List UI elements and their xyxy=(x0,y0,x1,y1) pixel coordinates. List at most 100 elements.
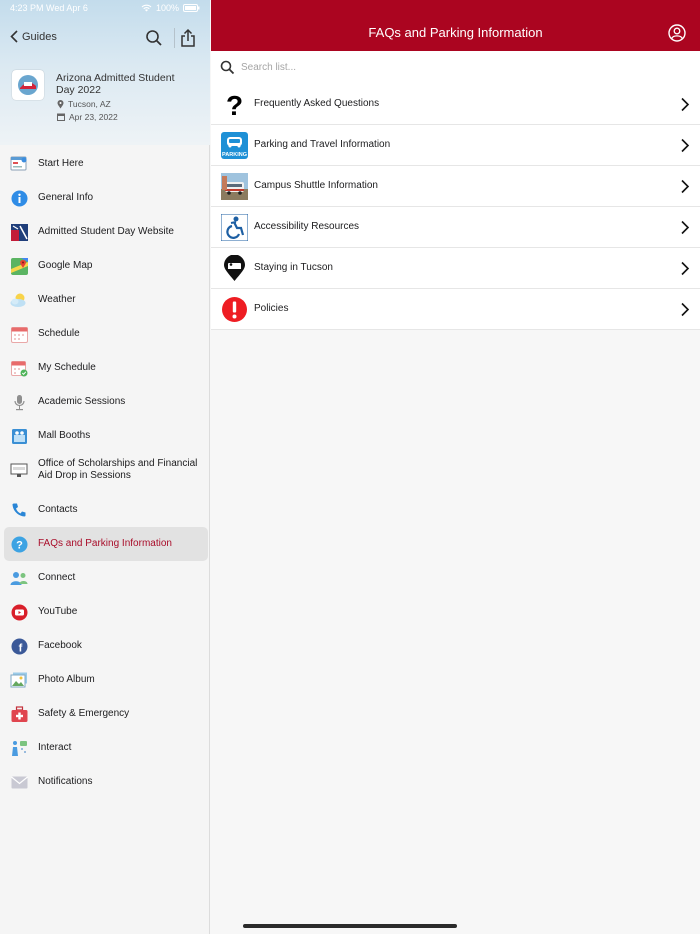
page-title: FAQs and Parking Information xyxy=(368,25,543,40)
sidebar-item-photo-album[interactable]: Photo Album xyxy=(4,663,208,697)
list-item-label: Campus Shuttle Information xyxy=(254,180,378,191)
people-icon xyxy=(10,569,28,587)
sidebar-item-label: Weather xyxy=(38,294,76,305)
sidebar-item-label: Google Map xyxy=(38,260,93,271)
profile-icon[interactable] xyxy=(668,24,686,42)
info-icon xyxy=(10,189,28,207)
sidebar-item-safety[interactable]: Safety & Emergency xyxy=(4,697,208,731)
guide-date: Apr 23, 2022 xyxy=(57,112,118,122)
sidebar-item-youtube[interactable]: YouTube xyxy=(4,595,208,629)
weather-icon xyxy=(10,291,28,309)
sidebar-item-label: Safety & Emergency xyxy=(38,708,130,719)
sidebar-item-label: Office of Scholarships and Financial Aid… xyxy=(38,458,198,481)
sidebar-item-interact[interactable]: Interact xyxy=(4,731,208,765)
sidebar-item-google-map[interactable]: Google Map xyxy=(4,249,208,283)
sidebar-item-schedule[interactable]: Schedule xyxy=(4,317,208,351)
list-item-parking[interactable]: PARKING Parking and Travel Information xyxy=(211,125,700,166)
sidebar-item-label: My Schedule xyxy=(38,362,96,373)
sidebar-item-mall-booths[interactable]: Mall Booths xyxy=(4,419,208,453)
search-input[interactable] xyxy=(241,59,681,76)
sidebar-item-label: Connect xyxy=(38,572,76,583)
sidebar-item-label: Mall Booths xyxy=(38,430,91,441)
sidebar-item-label: YouTube xyxy=(38,606,78,617)
sidebar-item-label: Contacts xyxy=(38,504,78,515)
guide-location-text: Tucson, AZ xyxy=(68,99,111,109)
sidebar-item-my-schedule[interactable]: My Schedule xyxy=(4,351,208,385)
list-item-label: Frequently Asked Questions xyxy=(254,98,380,109)
list-item-shuttle[interactable]: Campus Shuttle Information xyxy=(211,166,700,207)
back-label: Guides xyxy=(22,30,57,43)
status-indicators: 100% xyxy=(141,3,200,13)
facebook-icon: f xyxy=(10,637,28,655)
svg-text:?: ? xyxy=(226,91,243,118)
interact-icon xyxy=(10,739,28,757)
sidebar-item-label: Admitted Student Day Website xyxy=(38,226,174,237)
list-item-faq[interactable]: ? Frequently Asked Questions xyxy=(211,84,700,125)
parking-icon: PARKING xyxy=(221,132,248,159)
guide-title: Arizona Admitted Student Day 2022 xyxy=(56,72,175,96)
chevron-right-icon xyxy=(681,179,690,194)
sidebar-item-academic-sessions[interactable]: Academic Sessions xyxy=(4,385,208,419)
microphone-icon xyxy=(10,393,28,411)
header-divider xyxy=(174,28,175,48)
sidebar-item-connect[interactable]: Connect xyxy=(4,561,208,595)
svg-text:f: f xyxy=(18,642,22,654)
chevron-right-icon xyxy=(681,220,690,235)
wifi-icon xyxy=(141,4,152,12)
first-aid-icon xyxy=(10,705,28,723)
status-time: 4:23 PM Wed Apr 6 xyxy=(10,3,88,13)
sidebar-item-general-info[interactable]: General Info xyxy=(4,181,208,215)
chevron-right-icon xyxy=(681,97,690,112)
map-icon xyxy=(10,257,28,275)
list-item-label: Parking and Travel Information xyxy=(254,139,391,150)
sidebar-item-label: FAQs and Parking Information xyxy=(38,538,172,549)
guide-date-text: Apr 23, 2022 xyxy=(69,112,118,122)
youtube-icon xyxy=(10,603,28,621)
list-item-label: Policies xyxy=(254,303,289,314)
start-here-icon xyxy=(10,155,28,173)
sidebar-item-notifications[interactable]: Notifications xyxy=(4,765,208,799)
sidebar-item-website[interactable]: Admitted Student Day Website xyxy=(4,215,208,249)
list-item-staying[interactable]: Staying in Tucson xyxy=(211,248,700,289)
list-item-accessibility[interactable]: Accessibility Resources xyxy=(211,207,700,248)
envelope-icon xyxy=(10,773,28,791)
list-item-label: Accessibility Resources xyxy=(254,221,360,232)
sidebar-item-label: Interact xyxy=(38,742,72,753)
guide-logo xyxy=(12,70,44,100)
alert-icon xyxy=(221,296,248,323)
chevron-left-icon xyxy=(10,30,18,43)
back-button[interactable]: Guides xyxy=(10,30,57,43)
sidebar-item-scholarships[interactable]: Office of Scholarships and Financial Aid… xyxy=(4,453,208,487)
calendar-small-icon xyxy=(57,113,65,121)
sidebar-item-label: Start Here xyxy=(38,158,84,169)
sidebar-item-weather[interactable]: Weather xyxy=(4,283,208,317)
sidebar-item-start-here[interactable]: Start Here xyxy=(4,147,208,181)
question-icon: ? xyxy=(10,535,28,553)
chevron-right-icon xyxy=(681,261,690,276)
scholarship-icon xyxy=(10,461,28,479)
sidebar-item-label: Notifications xyxy=(38,776,93,787)
battery-icon xyxy=(183,4,200,12)
chevron-right-icon xyxy=(681,138,690,153)
calendar-icon xyxy=(10,325,28,343)
location-pin-icon xyxy=(57,99,64,108)
website-icon xyxy=(10,223,28,241)
list-item-label: Staying in Tucson xyxy=(254,262,333,273)
shuttle-photo-icon xyxy=(221,173,248,200)
sidebar-item-contacts[interactable]: Contacts xyxy=(4,493,208,527)
home-indicator xyxy=(243,924,457,928)
share-icon[interactable] xyxy=(178,28,198,48)
list-item-policies[interactable]: Policies xyxy=(211,289,700,330)
my-schedule-icon xyxy=(10,359,28,377)
chevron-right-icon xyxy=(681,302,690,317)
sidebar-item-faqs-parking[interactable]: ? FAQs and Parking Information xyxy=(4,527,208,561)
main-panel: FAQs and Parking Information ? Frequentl… xyxy=(211,0,700,934)
guide-location: Tucson, AZ xyxy=(57,99,111,109)
sidebar-item-label: Schedule xyxy=(38,328,80,339)
search-icon xyxy=(220,60,235,75)
sidebar-item-label: General Info xyxy=(38,192,94,203)
search-icon[interactable] xyxy=(144,28,164,48)
search-bar xyxy=(211,51,700,85)
sidebar-item-facebook[interactable]: f Facebook xyxy=(4,629,208,663)
top-bar: FAQs and Parking Information xyxy=(211,0,700,51)
